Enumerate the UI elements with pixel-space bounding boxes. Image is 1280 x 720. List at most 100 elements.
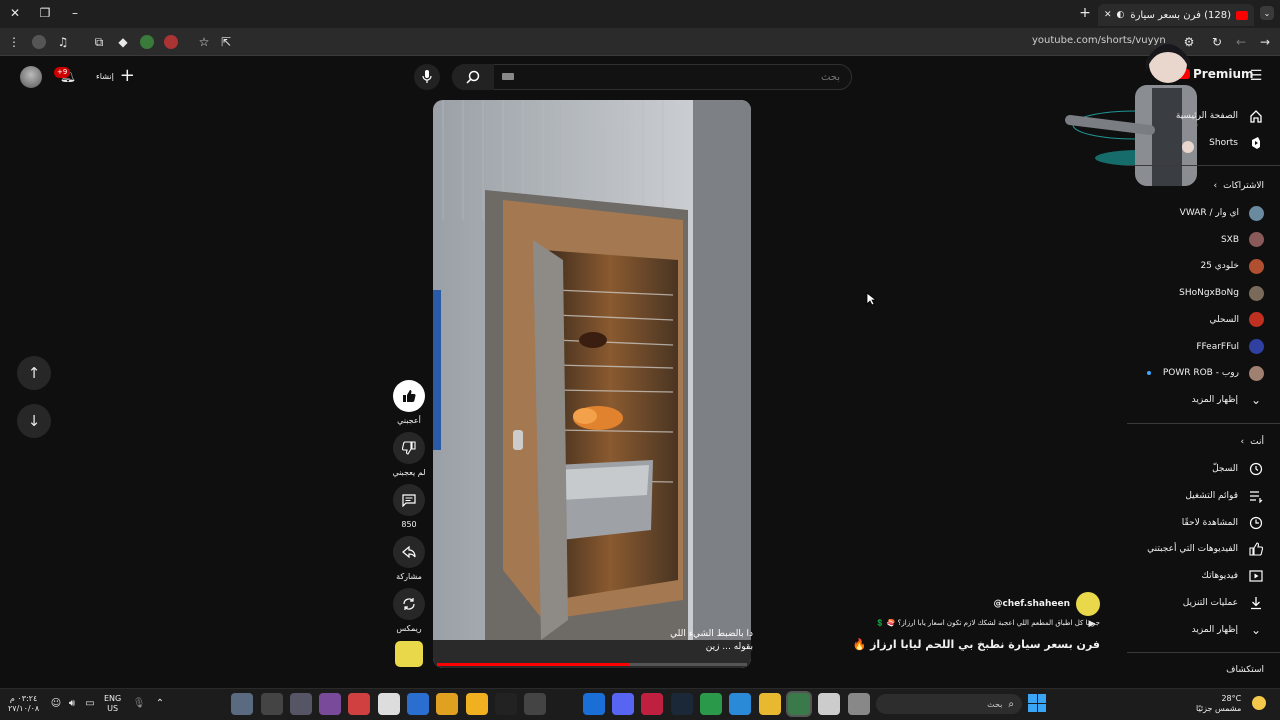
taskbar-search-box[interactable]: بحث ⌕ (876, 694, 1022, 714)
sidebar-subscription-item[interactable]: السحلي (1209, 309, 1264, 331)
sidebar-subscription-item[interactable]: روب - POWR ROB (1163, 362, 1264, 384)
epic-games-icon[interactable] (495, 693, 517, 715)
sidebar-item-download[interactable]: عمليات التنزيل (1183, 592, 1264, 614)
steelseries-app-icon[interactable] (261, 693, 283, 715)
app-icon-14[interactable] (641, 693, 663, 715)
search-button[interactable] (452, 64, 494, 90)
tab-close-icon[interactable]: ✕ (1104, 10, 1112, 20)
like-button[interactable] (393, 380, 425, 412)
outlook-icon[interactable] (583, 693, 605, 715)
video-description[interactable]: جربنا كل اطباق المطعم اللي اعجبة لشكك لا… (856, 619, 1100, 627)
minimize-window-icon[interactable]: – (68, 6, 82, 20)
color-app-icon[interactable] (348, 693, 370, 715)
you-heading[interactable]: أنت › (1241, 437, 1264, 447)
region-code: US (107, 704, 119, 713)
search-icon (466, 70, 480, 84)
back-icon[interactable]: → (1258, 35, 1272, 49)
share-label: مشاركة (396, 572, 422, 581)
sidebar-item-label: Shorts (1209, 138, 1238, 148)
extension-diamond-icon[interactable]: ◆ (116, 35, 130, 49)
microphone-icon[interactable]: 🎙︎ (133, 697, 146, 709)
tab-search-icon[interactable]: ⌄ (1260, 6, 1274, 20)
extension-badge-icon[interactable] (140, 35, 154, 49)
sidebar-item-clock[interactable]: المشاهدة لاحقًا (1182, 512, 1264, 534)
app-icon-6[interactable] (378, 693, 400, 715)
sidebar-item-video[interactable]: فيديوهاتك (1202, 565, 1264, 587)
channel-avatar[interactable] (1076, 592, 1100, 616)
channel-handle[interactable]: @chef.shaheen (993, 599, 1070, 609)
app-icon-11[interactable] (524, 693, 546, 715)
clock[interactable]: ٠٣:٢٤ م ٢٧/١٠/٠٨ (8, 694, 39, 714)
next-short-button[interactable]: ↓ (17, 404, 51, 438)
volume-icon[interactable]: 🔊︎ (66, 697, 78, 709)
chrome-icon[interactable] (700, 693, 722, 715)
remix-icon (403, 598, 415, 610)
create-button[interactable]: + إنشاء (96, 65, 135, 86)
sidebar-subscription-item[interactable]: SHoNgxBoNg (1179, 282, 1264, 304)
browser-menu-icon[interactable]: ⋮ (8, 35, 20, 49)
subscriptions-show-more[interactable]: ⌄ إظهار المزيد (1192, 389, 1264, 411)
sidebar-item-label: الفيديوهات التي أعجبتني (1147, 544, 1238, 555)
video-title[interactable]: فرن بسعر سيارة نطبخ بي اللحم ليابا ارزاز… (853, 638, 1100, 651)
search-input[interactable] (500, 66, 840, 88)
subscriptions-heading[interactable]: الاشتراكات › (1214, 181, 1264, 191)
sidebar-subscription-item[interactable]: FFearFFul (1196, 336, 1264, 358)
sound-thumbnail[interactable] (395, 641, 423, 667)
new-tab-icon[interactable]: + (1078, 5, 1092, 21)
voice-search-button[interactable] (414, 64, 440, 90)
store-app-icon[interactable] (407, 693, 429, 715)
sidebar-subscription-item[interactable]: SXB (1221, 229, 1264, 251)
media-control-icon[interactable]: ♫ (56, 35, 70, 49)
previous-short-button[interactable]: ↑ (17, 356, 51, 390)
sidebar-item-playlist[interactable]: قوائم التشغيل (1185, 485, 1264, 507)
share-page-icon[interactable]: ⇱ (219, 35, 233, 49)
comments-button[interactable] (393, 484, 425, 516)
you-show-more[interactable]: ⌄ إظهار المزيد (1192, 619, 1264, 641)
forward-icon: ← (1235, 35, 1247, 49)
restore-window-icon[interactable]: ❐ (38, 6, 52, 20)
sidebar-item-home[interactable]: الصفحة الرئيسية (1176, 105, 1264, 127)
weather-widget[interactable]: 28°C مشمس جزئيًا (1196, 694, 1241, 714)
discord-icon[interactable] (612, 693, 634, 715)
steam-icon[interactable] (671, 693, 693, 715)
share-button[interactable] (393, 536, 425, 568)
remix-label: ريمكس (396, 624, 422, 633)
tab-audio-icon[interactable]: ◐ (1117, 10, 1125, 20)
sidebar-subscription-item[interactable]: خلودي 25 (1200, 255, 1264, 277)
show-hidden-icons-icon[interactable]: ⌃ (154, 697, 166, 709)
hamburger-menu-icon[interactable]: ☰ (1249, 68, 1263, 84)
file-explorer-icon[interactable] (759, 693, 781, 715)
oven-video-frame (433, 100, 751, 668)
windows-app-icon[interactable] (436, 693, 458, 715)
edge-icon[interactable] (729, 693, 751, 715)
sidebar-item-thumb-up[interactable]: الفيديوهات التي أعجبتني (1147, 538, 1264, 560)
settings-app-icon[interactable] (231, 693, 253, 715)
pen-app-icon[interactable] (466, 693, 488, 715)
dislike-button[interactable] (393, 432, 425, 464)
input-language[interactable]: ENG US (104, 694, 121, 714)
window-icon[interactable] (848, 693, 870, 715)
sidebar-subscription-item[interactable]: اي وار / VWAR (1180, 202, 1264, 224)
chat-icon[interactable]: ☺ (50, 697, 62, 709)
windows-start-icon[interactable] (1028, 694, 1046, 712)
plus-icon: + (119, 65, 135, 86)
short-video-player[interactable] (433, 100, 751, 668)
sidebar-item-history[interactable]: السجلّ (1212, 458, 1264, 480)
extension-alert-icon[interactable] (164, 35, 178, 49)
store-bag-icon[interactable] (818, 693, 840, 715)
chrome-active-icon[interactable] (788, 693, 810, 715)
app-icon-4[interactable] (319, 693, 341, 715)
sidebar-item-shorts[interactable]: Shorts (1209, 132, 1264, 154)
profile-avatar[interactable] (32, 35, 46, 49)
app-icon-3[interactable] (290, 693, 312, 715)
tab-youtube[interactable]: (128) فرن بسعر سيارة نطبخ ... ◐ ✕ (1098, 4, 1254, 26)
extensions-icon[interactable]: ⧉ (92, 35, 106, 49)
remix-button[interactable] (393, 588, 425, 620)
thumb-up-icon (403, 390, 416, 402)
bookmark-star-icon[interactable]: ☆ (197, 35, 211, 49)
subscription-label: روب - POWR ROB (1162, 368, 1239, 379)
network-icon[interactable]: ▭ (84, 697, 96, 709)
close-window-icon[interactable]: ✕ (8, 6, 22, 20)
sidebar-item-label: المشاهدة لاحقًا (1181, 517, 1238, 528)
account-avatar[interactable] (20, 66, 42, 88)
